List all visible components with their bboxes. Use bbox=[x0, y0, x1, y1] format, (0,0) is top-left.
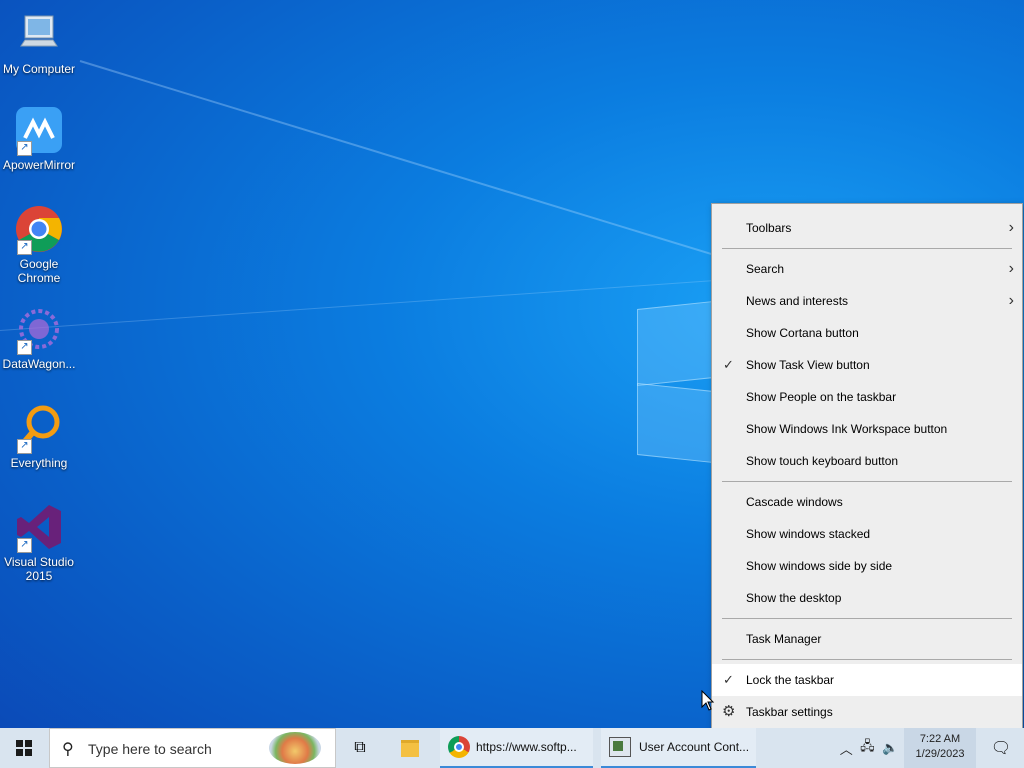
desktop-icon-my-computer[interactable]: My Computer bbox=[0, 10, 78, 76]
system-tray: ︿ 🖧 🔈 bbox=[836, 728, 902, 768]
desktop-icon-label: Everything bbox=[10, 456, 68, 470]
menu-item-show-touch-keyboard[interactable]: Show touch keyboard button bbox=[712, 445, 1022, 477]
taskbar-context-menu: Toolbars › Search › News and interests ›… bbox=[711, 203, 1023, 735]
menu-item-taskbar-settings[interactable]: ⚙ Taskbar settings bbox=[712, 696, 1022, 728]
chrome-icon: ↗ bbox=[15, 205, 63, 255]
shortcut-arrow-icon: ↗ bbox=[17, 141, 32, 156]
menu-item-news-and-interests[interactable]: News and interests › bbox=[712, 285, 1022, 317]
task-view-button[interactable]: ⧉ bbox=[342, 728, 378, 768]
menu-item-show-windows-ink[interactable]: Show Windows Ink Workspace button bbox=[712, 413, 1022, 445]
folder-icon bbox=[401, 739, 419, 757]
clock-date: 1/29/2023 bbox=[915, 748, 965, 760]
taskbar[interactable]: ⚲ Type here to search ⧉ https://www.soft… bbox=[0, 728, 1024, 768]
checkmark-icon: ✓ bbox=[723, 672, 734, 687]
chevron-right-icon: › bbox=[1008, 292, 1014, 309]
taskbar-app-user-account-control[interactable]: User Account Cont... bbox=[601, 728, 756, 768]
chrome-icon bbox=[448, 736, 470, 758]
desktop-icon-label: Google Chrome bbox=[17, 257, 61, 285]
taskbar-app-chrome[interactable]: https://www.softp... bbox=[440, 728, 593, 768]
desktop-icon-label: DataWagon... bbox=[2, 357, 76, 371]
menu-item-task-manager[interactable]: Task Manager bbox=[712, 623, 1022, 655]
menu-item-toolbars[interactable]: Toolbars › bbox=[712, 212, 1022, 244]
menu-item-show-the-desktop[interactable]: Show the desktop bbox=[712, 582, 1022, 614]
volume-icon[interactable]: 🔈 bbox=[882, 740, 898, 756]
search-placeholder: Type here to search bbox=[88, 741, 212, 757]
desktop-icon-label: My Computer bbox=[2, 62, 76, 76]
taskbar-clock[interactable]: 7:22 AM 1/29/2023 bbox=[904, 728, 976, 768]
desktop-icon-label: ApowerMirror bbox=[2, 158, 75, 172]
menu-item-show-windows-side-by-side[interactable]: Show windows side by side bbox=[712, 550, 1022, 582]
notification-icon: 🗨 bbox=[990, 740, 1012, 757]
shortcut-arrow-icon: ↗ bbox=[17, 538, 32, 553]
windows-logo-icon bbox=[16, 740, 32, 756]
shortcut-arrow-icon: ↗ bbox=[17, 340, 32, 355]
desktop-icon-visual-studio[interactable]: ↗ Visual Studio 2015 bbox=[0, 503, 78, 583]
clock-time: 7:22 AM bbox=[919, 733, 961, 745]
desktop-icon-datawagon[interactable]: ↗ DataWagon... bbox=[0, 305, 78, 371]
visual-studio-icon: ↗ bbox=[15, 503, 63, 553]
network-icon[interactable]: 🖧 bbox=[860, 737, 875, 759]
desktop-icon-google-chrome[interactable]: ↗ Google Chrome bbox=[0, 205, 78, 285]
desktop-icon-apowermirror[interactable]: ↗ ApowerMirror bbox=[0, 106, 78, 172]
menu-item-show-people[interactable]: Show People on the taskbar bbox=[712, 381, 1022, 413]
menu-item-search[interactable]: Search › bbox=[712, 253, 1022, 285]
action-center-button[interactable]: 🗨 bbox=[978, 728, 1024, 768]
apowermirror-icon: ↗ bbox=[15, 106, 63, 156]
shortcut-arrow-icon: ↗ bbox=[17, 439, 32, 454]
computer-icon bbox=[15, 10, 63, 58]
file-explorer-button[interactable] bbox=[392, 728, 428, 768]
datawagon-icon: ↗ bbox=[15, 305, 63, 355]
task-view-icon: ⧉ bbox=[354, 739, 366, 756]
menu-separator bbox=[722, 659, 1012, 660]
search-icon: ⚲ bbox=[62, 741, 74, 758]
menu-separator bbox=[722, 248, 1012, 249]
menu-separator bbox=[722, 481, 1012, 482]
menu-item-lock-the-taskbar[interactable]: ✓ Lock the taskbar bbox=[712, 664, 1022, 696]
gear-icon: ⚙ bbox=[722, 703, 736, 720]
search-highlight-doodle-icon[interactable] bbox=[269, 732, 321, 764]
chevron-right-icon: › bbox=[1008, 219, 1014, 236]
desktop-icon-everything[interactable]: ↗ Everything bbox=[0, 404, 78, 470]
menu-item-cascade-windows[interactable]: Cascade windows bbox=[712, 486, 1022, 518]
wallpaper-logo-pane bbox=[637, 300, 714, 387]
everything-icon: ↗ bbox=[15, 404, 63, 454]
menu-item-show-windows-stacked[interactable]: Show windows stacked bbox=[712, 518, 1022, 550]
menu-separator bbox=[722, 618, 1012, 619]
wallpaper-logo-pane bbox=[637, 382, 714, 464]
desktop-icon-label: Visual Studio 2015 bbox=[4, 555, 74, 583]
menu-item-show-task-view-button[interactable]: ✓ Show Task View button bbox=[712, 349, 1022, 381]
shortcut-arrow-icon: ↗ bbox=[17, 240, 32, 255]
mouse-cursor-icon bbox=[701, 690, 715, 711]
chevron-up-icon[interactable]: ︿ bbox=[840, 739, 853, 758]
checkmark-icon: ✓ bbox=[723, 357, 734, 372]
chevron-right-icon: › bbox=[1008, 260, 1014, 277]
uac-icon bbox=[609, 737, 631, 757]
taskbar-search-box[interactable]: ⚲ Type here to search bbox=[49, 728, 336, 768]
menu-item-show-cortana-button[interactable]: Show Cortana button bbox=[712, 317, 1022, 349]
start-button[interactable] bbox=[0, 728, 48, 768]
